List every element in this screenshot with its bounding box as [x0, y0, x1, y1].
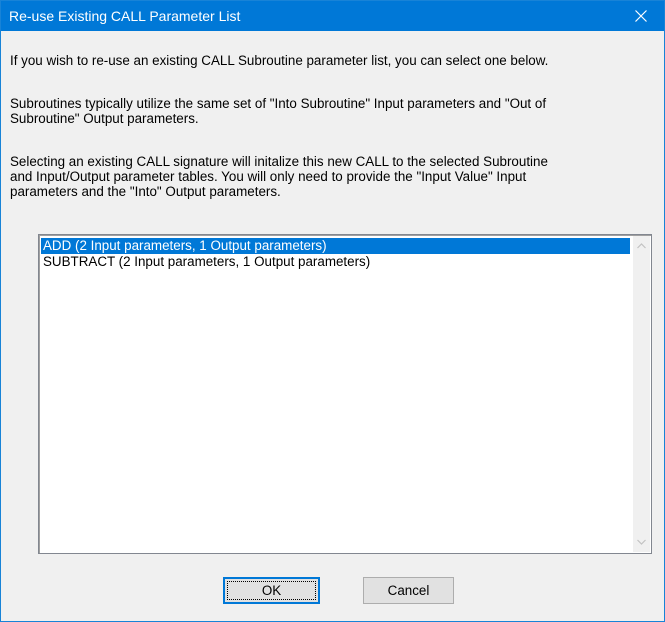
- chevron-up-icon[interactable]: [637, 243, 646, 249]
- list-item[interactable]: ADD (2 Input parameters, 1 Output parame…: [41, 238, 630, 254]
- signature-info-text: Selecting an existing CALL signature wil…: [10, 154, 548, 199]
- title-bar[interactable]: Re-use Existing CALL Parameter List: [1, 1, 664, 31]
- ok-button[interactable]: OK: [223, 577, 320, 604]
- close-icon: [635, 10, 647, 22]
- intro-text: If you wish to re-use an existing CALL S…: [10, 53, 549, 68]
- cancel-button[interactable]: Cancel: [363, 577, 454, 604]
- cancel-button-label: Cancel: [387, 583, 430, 598]
- close-button[interactable]: [618, 1, 664, 31]
- list-item[interactable]: SUBTRACT (2 Input parameters, 1 Output p…: [41, 254, 630, 270]
- focus-ring: [227, 581, 316, 600]
- vertical-scrollbar[interactable]: [633, 236, 650, 552]
- subroutine-info-text: Subroutines typically utilize the same s…: [10, 96, 547, 126]
- chevron-down-icon[interactable]: [637, 539, 646, 545]
- window-title: Re-use Existing CALL Parameter List: [9, 8, 241, 24]
- dialog-window: Re-use Existing CALL Parameter List If y…: [0, 0, 665, 622]
- call-signature-list[interactable]: ADD (2 Input parameters, 1 Output parame…: [38, 234, 652, 554]
